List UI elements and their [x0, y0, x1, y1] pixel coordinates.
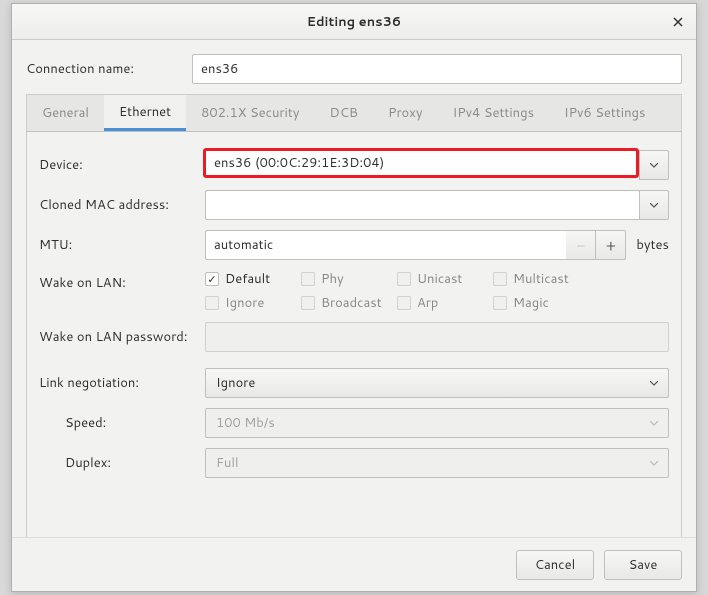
- checkbox-icon: [397, 272, 411, 286]
- checkbox-icon: [493, 296, 507, 310]
- link-neg-label: Link negotiation:: [39, 374, 205, 392]
- device-row: Device: ens36 (00:0C:29:1E:3D:04): [39, 150, 669, 180]
- duplex-select: Full: [205, 448, 669, 478]
- caret-down-icon: [650, 163, 658, 168]
- cloned-mac-input[interactable]: [205, 190, 639, 220]
- duplex-label: Duplex:: [39, 454, 205, 472]
- speed-label: Speed:: [39, 414, 205, 432]
- tab-dcb[interactable]: DCB: [315, 95, 373, 131]
- connection-name-row: Connection name:: [26, 54, 682, 84]
- tab-proxy[interactable]: Proxy: [373, 95, 438, 131]
- wol-password-label: Wake on LAN password:: [39, 328, 205, 346]
- wol-password-input: [205, 322, 669, 352]
- device-dropdown-button[interactable]: [639, 150, 669, 180]
- wol-password-row: Wake on LAN password:: [39, 322, 669, 352]
- close-button[interactable]: [666, 10, 690, 34]
- tab-ethernet[interactable]: Ethernet: [104, 95, 186, 131]
- link-neg-row: Link negotiation: Ignore: [39, 368, 669, 398]
- save-button[interactable]: Save: [604, 550, 682, 580]
- caret-down-icon: [650, 203, 658, 208]
- connection-name-label: Connection name:: [26, 60, 192, 78]
- mtu-input[interactable]: [205, 230, 566, 260]
- checkbox-icon: [301, 296, 315, 310]
- cloned-mac-dropdown-button[interactable]: [639, 190, 669, 220]
- cancel-button[interactable]: Cancel: [516, 550, 594, 580]
- window-title: Editing ens36: [307, 13, 401, 31]
- wol-default-checkbox[interactable]: Default: [205, 270, 301, 288]
- tab-ipv6[interactable]: IPv6 Settings: [549, 95, 660, 131]
- editor-dialog: Editing ens36 Connection name: General E…: [11, 3, 697, 592]
- wol-label: Wake on LAN:: [39, 270, 205, 292]
- checkbox-icon: [205, 272, 219, 286]
- mtu-spin: − +: [205, 230, 626, 260]
- caret-down-icon: [650, 381, 658, 386]
- checkbox-icon: [493, 272, 507, 286]
- titlebar: Editing ens36: [12, 4, 696, 40]
- link-neg-select[interactable]: Ignore: [205, 368, 669, 398]
- wol-ignore-checkbox: Ignore: [205, 294, 301, 312]
- speed-row: Speed: 100 Mb/s: [39, 408, 669, 438]
- connection-name-input[interactable]: [192, 54, 682, 84]
- mtu-increment-button[interactable]: +: [596, 230, 626, 260]
- cloned-mac-row: Cloned MAC address:: [39, 190, 669, 220]
- checkbox-icon: [301, 272, 315, 286]
- wol-magic-checkbox: Magic: [493, 294, 589, 312]
- checkbox-icon: [205, 296, 219, 310]
- wol-phy-checkbox: Phy: [301, 270, 397, 288]
- tab-general[interactable]: General: [27, 95, 104, 131]
- caret-down-icon: [650, 421, 658, 426]
- cloned-mac-combo: [205, 190, 669, 220]
- speed-select: 100 Mb/s: [205, 408, 669, 438]
- tab-ipv4[interactable]: IPv4 Settings: [438, 95, 549, 131]
- duplex-row: Duplex: Full: [39, 448, 669, 478]
- wol-unicast-checkbox: Unicast: [397, 270, 493, 288]
- tab-bar: General Ethernet 802.1X Security DCB Pro…: [26, 94, 682, 132]
- device-combo: ens36 (00:0C:29:1E:3D:04): [205, 150, 669, 180]
- wol-arp-checkbox: Arp: [397, 294, 493, 312]
- wol-broadcast-checkbox: Broadcast: [301, 294, 397, 312]
- mtu-decrement-button[interactable]: −: [566, 230, 596, 260]
- cloned-mac-label: Cloned MAC address:: [39, 196, 205, 214]
- caret-down-icon: [650, 461, 658, 466]
- dialog-footer: Cancel Save: [12, 537, 696, 591]
- close-icon: [673, 17, 683, 27]
- tab-8021x[interactable]: 802.1X Security: [186, 95, 314, 131]
- mtu-label: MTU:: [39, 236, 205, 254]
- mtu-row: MTU: − + bytes: [39, 230, 669, 260]
- wol-options: Default Phy Unicast Multicast Ignore Bro…: [205, 270, 669, 312]
- mtu-unit: bytes: [636, 236, 669, 254]
- wol-row: Wake on LAN: Default Phy Unicast Multica…: [39, 270, 669, 312]
- ethernet-panel: Device: ens36 (00:0C:29:1E:3D:04) Cloned…: [26, 132, 682, 549]
- wol-multicast-checkbox: Multicast: [493, 270, 589, 288]
- device-input[interactable]: ens36 (00:0C:29:1E:3D:04): [203, 148, 639, 178]
- device-label: Device:: [39, 156, 205, 174]
- checkbox-icon: [397, 296, 411, 310]
